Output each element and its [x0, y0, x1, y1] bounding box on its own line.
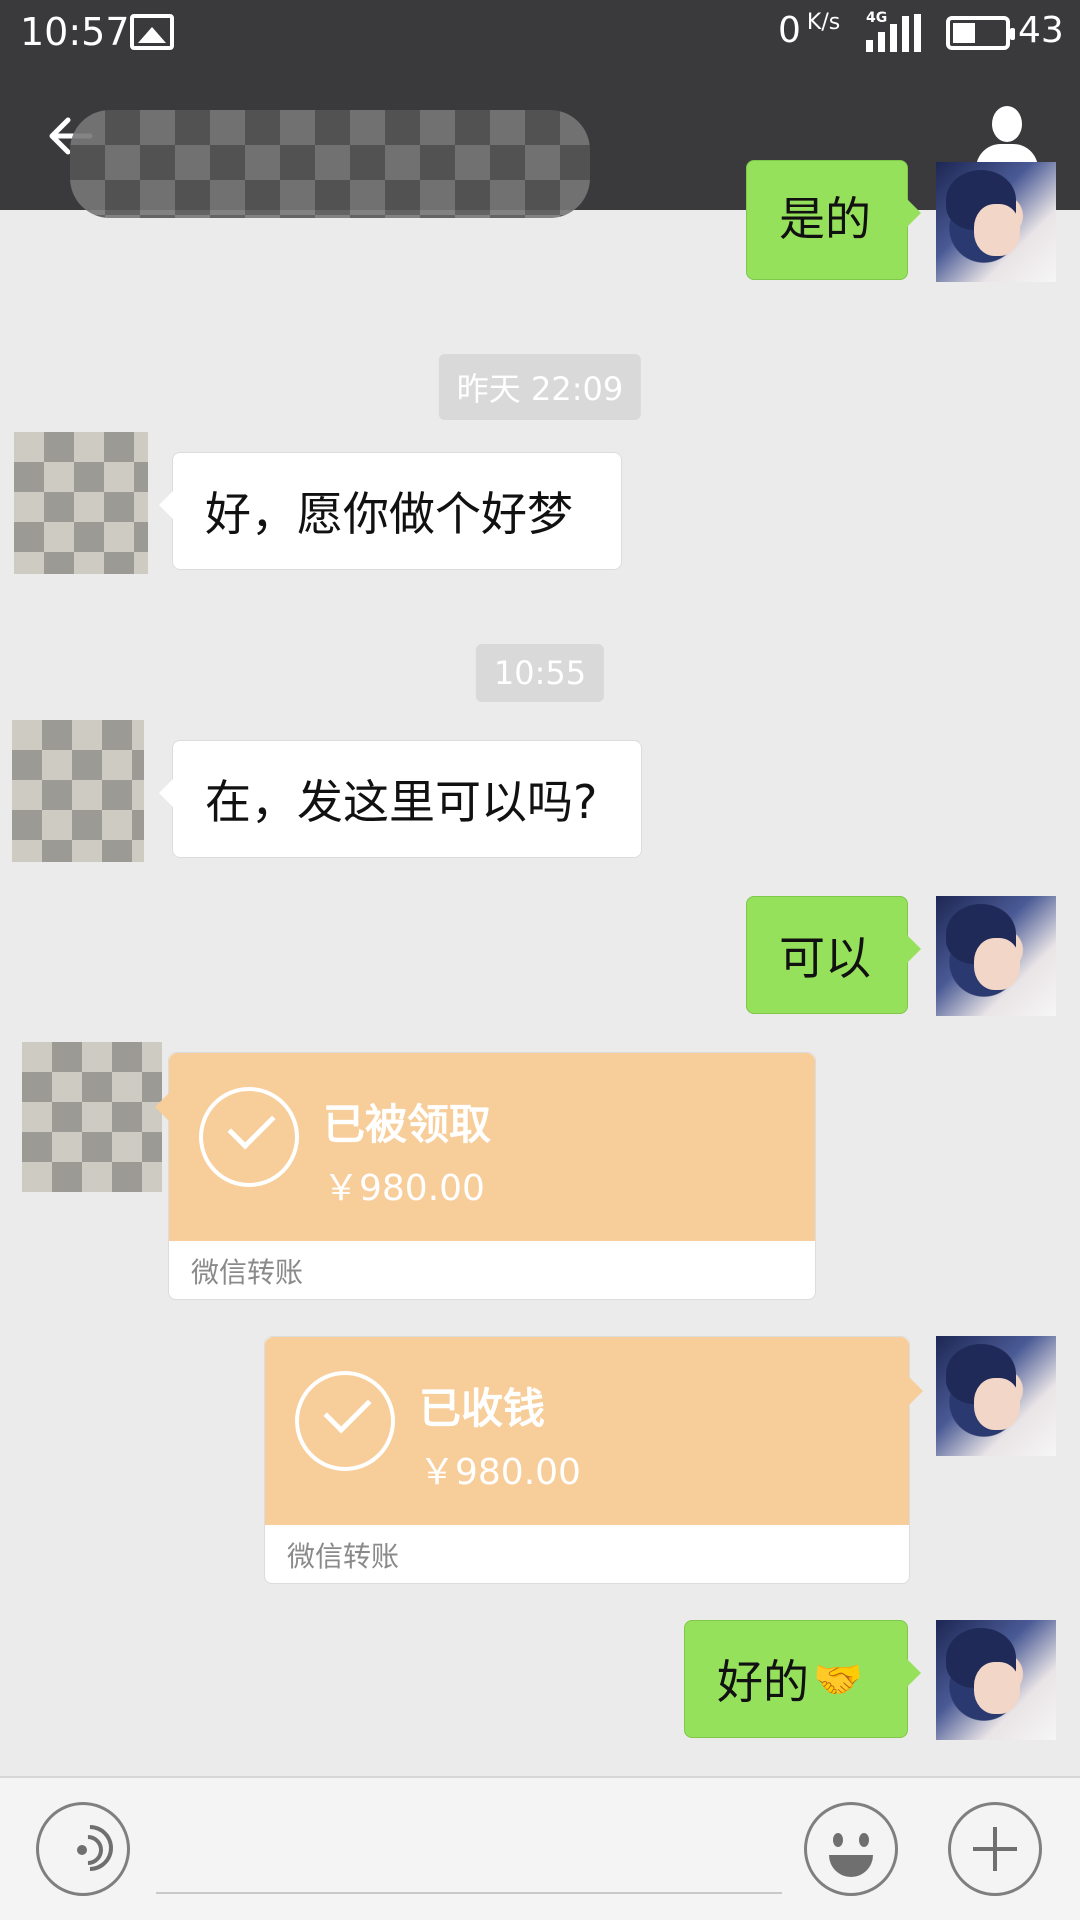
status-bar: 10:57 0 K/s 4G 43: [0, 0, 1080, 66]
network-speed-value: 0: [778, 10, 801, 51]
message-bubble-self[interactable]: 好的 🤝: [684, 1620, 921, 1738]
message-text: 是的: [779, 192, 871, 246]
message-input[interactable]: [156, 1892, 782, 1894]
timestamp: 10:55: [475, 644, 605, 702]
contact-avatar[interactable]: [12, 720, 144, 862]
plus-icon[interactable]: [948, 1802, 1042, 1896]
transfer-amount: ￥980.00: [419, 1452, 581, 1493]
smiley-icon[interactable]: [804, 1802, 898, 1896]
chat-header: [0, 66, 1080, 218]
signal-icon: 4G: [866, 10, 926, 52]
transfer-label: 微信转账: [191, 1256, 304, 1289]
input-bar: [0, 1776, 1080, 1920]
transfer-status: 已收钱: [419, 1384, 546, 1433]
check-circle-icon: [295, 1371, 395, 1471]
message-text: 好的: [717, 1655, 809, 1709]
transfer-amount: ￥980.00: [323, 1168, 485, 1209]
transfer-card-top: 已收钱 ￥980.00: [265, 1337, 909, 1525]
status-time: 10:57: [20, 10, 130, 54]
message-bubble-other[interactable]: 好，愿你做个好梦: [159, 452, 622, 570]
network-speed-unit: K/s: [806, 10, 841, 35]
battery-icon: [946, 16, 1015, 50]
self-avatar[interactable]: [936, 1620, 1056, 1740]
transfer-label: 微信转账: [287, 1540, 400, 1573]
network-speed: 0 K/s: [778, 10, 840, 51]
image-notification-icon: [130, 14, 174, 50]
contact-name-redacted: [70, 110, 590, 218]
message-text: 好，愿你做个好梦: [205, 487, 573, 541]
contact-avatar[interactable]: [14, 432, 148, 574]
self-avatar[interactable]: [936, 162, 1056, 282]
message-bubble-self[interactable]: 是的: [746, 160, 921, 280]
message-text: 可以: [779, 931, 871, 985]
message-text: 在，发这里可以吗?: [205, 775, 598, 829]
voice-icon[interactable]: [36, 1802, 130, 1896]
battery-percent: 43: [1018, 10, 1064, 51]
self-avatar[interactable]: [936, 896, 1056, 1016]
message-bubble-self[interactable]: 可以: [746, 896, 921, 1014]
transfer-card-accepted[interactable]: 已收钱 ￥980.00 微信转账: [264, 1336, 923, 1584]
contact-avatar[interactable]: [22, 1042, 162, 1192]
self-avatar[interactable]: [936, 1336, 1056, 1456]
transfer-status: 已被领取: [323, 1100, 492, 1149]
transfer-card-received[interactable]: 已被领取 ￥980.00 微信转账: [155, 1052, 816, 1300]
timestamp: 昨天 22:09: [438, 354, 642, 420]
transfer-card-top: 已被领取 ￥980.00: [169, 1053, 815, 1241]
network-type: 4G: [866, 10, 888, 26]
check-circle-icon: [199, 1087, 299, 1187]
message-bubble-other[interactable]: 在，发这里可以吗?: [159, 740, 642, 858]
handshake-emoji: 🤝: [813, 1656, 863, 1703]
